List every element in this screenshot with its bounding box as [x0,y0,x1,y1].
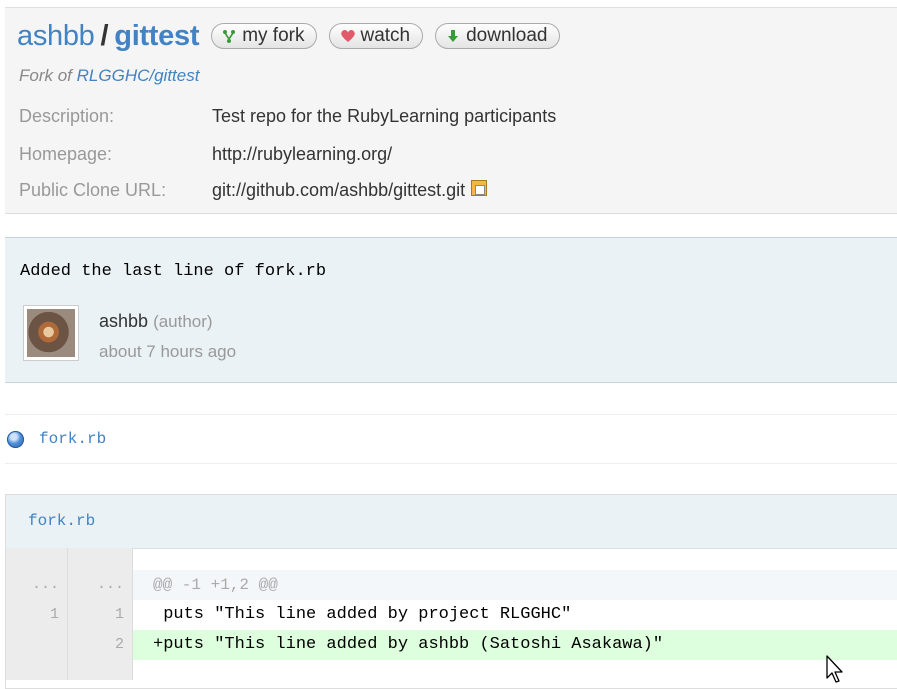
changed-file-link[interactable]: fork.rb [39,430,106,448]
heart-icon [340,29,356,43]
hunk-old-marker: ... [6,570,68,600]
diff-panel: fork.rb ... ... @@ -1 +1,2 @@ 1 1 puts "… [5,494,897,689]
download-arrow-icon [446,29,460,43]
commit-time: about 7 hours ago [99,342,237,361]
diff-code: +puts "This line added by ashbb (Satoshi… [133,630,897,660]
description-value: Test repo for the RubyLearning participa… [212,106,557,126]
repo-title: ashbb / gittest [17,20,199,53]
clone-url-row: Public Clone URL: git://github.com/ashbb… [19,180,488,201]
clone-url-value[interactable]: git://github.com/ashbb/gittest.git [212,180,465,201]
repo-header: ashbb / gittest my fork watch download For… [5,7,897,214]
clipboard-icon[interactable] [471,180,488,196]
diff-header: fork.rb [6,495,897,549]
modified-file-icon [7,431,24,448]
new-line-number: 2 [68,630,133,660]
repo-title-row: ashbb / gittest my fork watch download [17,16,561,56]
download-button[interactable]: download [435,23,561,49]
diff-table: ... ... @@ -1 +1,2 @@ 1 1 puts "This lin… [6,548,897,680]
diff-hunk-row: ... ... @@ -1 +1,2 @@ [6,570,897,600]
old-line-number [6,548,68,570]
my-fork-button[interactable]: my fork [211,23,318,49]
old-line-number [6,660,68,680]
diff-code: puts "This line added by project RLGGHC" [153,605,572,624]
fork-of-label: Fork of [19,66,72,85]
old-line-number: 1 [6,600,68,630]
my-fork-label: my fork [242,25,305,46]
repo-title-separator: / [100,19,109,52]
old-line-number [6,630,68,660]
new-line-number [68,660,133,680]
new-line-number [68,548,133,570]
diff-code [133,548,897,570]
commit-info: Added the last line of fork.rb ashbb (au… [5,237,897,383]
mouse-cursor-icon [826,655,843,683]
changed-files-list: fork.rb [5,414,897,464]
commit-author: ashbb (author) [99,311,213,332]
author-name[interactable]: ashbb [99,311,148,331]
download-label: download [466,25,548,46]
diff-code [133,660,897,680]
clone-url-label: Public Clone URL: [19,180,167,200]
author-role: (author) [153,312,213,331]
new-line-number: 1 [68,600,133,630]
avatar-image [27,309,75,357]
watch-label: watch [360,25,411,46]
repo-name-link[interactable]: gittest [114,20,199,52]
diff-line-added: 2 +puts "This line added by ashbb (Satos… [6,630,897,660]
fork-icon [222,29,236,43]
fork-of-link[interactable]: RLGGHC/gittest [77,66,200,85]
description-row: Description: Test repo for the RubyLearn… [19,106,556,127]
fork-of-line: Fork of RLGGHC/gittest [19,66,199,86]
homepage-label: Homepage: [19,144,113,164]
avatar[interactable] [23,305,79,361]
repo-owner-link[interactable]: ashbb [17,20,95,52]
diff-spacer-row [6,660,897,680]
watch-button[interactable]: watch [329,23,424,49]
description-label: Description: [19,106,115,126]
diff-file-link[interactable]: fork.rb [28,512,95,530]
diff-line-context: 1 1 puts "This line added by project RLG… [6,600,897,630]
diff-spacer-row [6,548,897,570]
commit-message: Added the last line of fork.rb [20,262,327,281]
homepage-link[interactable]: http://rubylearning.org/ [212,144,392,165]
hunk-new-marker: ... [68,570,133,600]
homepage-row: Homepage: http://rubylearning.org/ [19,144,392,165]
hunk-header: @@ -1 +1,2 @@ [133,570,897,600]
